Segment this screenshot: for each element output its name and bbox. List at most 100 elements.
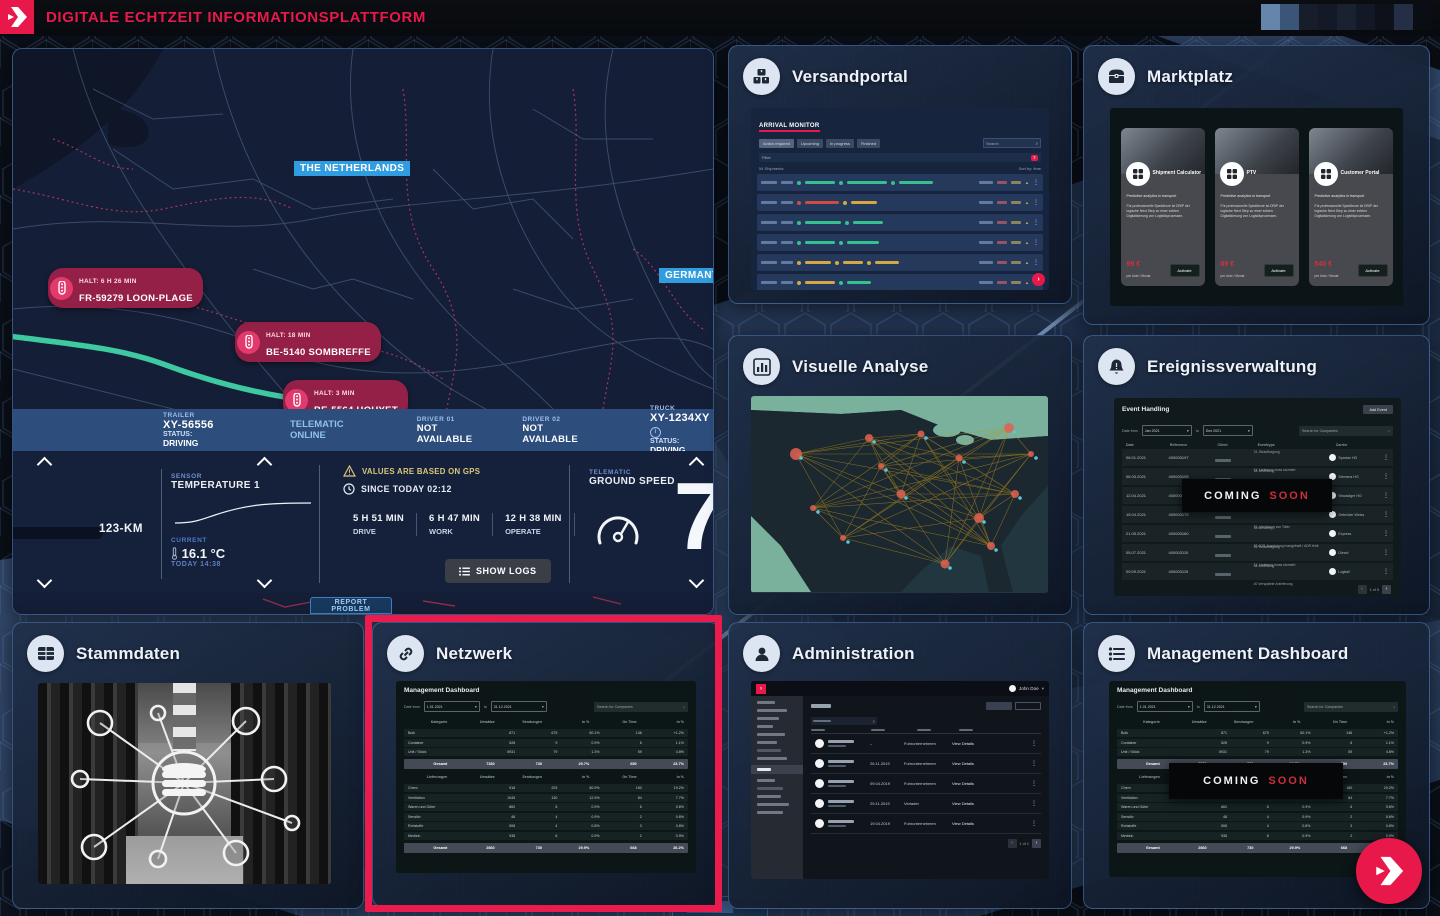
dash-row[interactable]: Waren und Güter 860 8 0.9% 6 0.6%	[1117, 803, 1398, 811]
vp-tab[interactable]: Upcoming	[796, 138, 823, 148]
kebab-icon[interactable]: ⋮	[1383, 569, 1389, 575]
card-ereignissverwaltung[interactable]: Ereignissverwaltung Event Handling Add E…	[1083, 335, 1430, 615]
report-problem-button[interactable]: REPORT PROBLEM	[310, 597, 392, 614]
vp-filter-bar[interactable]: Filter 7	[759, 153, 1041, 162]
chevron-down-icon[interactable]	[688, 572, 705, 589]
view-details-link[interactable]: View Details	[952, 761, 974, 766]
app-card[interactable]: Shipment Calculator Predictive analytics…	[1120, 128, 1205, 286]
app-card[interactable]: Customer Portal Predictive analytics in …	[1308, 128, 1393, 286]
prev-page-button[interactable]: ‹	[1007, 839, 1017, 849]
date-from-select[interactable]: Jan 2021 ▾	[1141, 425, 1192, 436]
kebab-icon[interactable]: ⋮	[1031, 821, 1037, 827]
carrier-name: Siemens HG	[1338, 474, 1359, 479]
administration-preview[interactable]: › John Doe ▾ ⌕ – Fuhrunternehmen View De…	[751, 681, 1049, 879]
halt-marker-sombreffe[interactable]: HALT: 18 MIN BE-5140 SOMBREFFE	[235, 322, 381, 362]
halt-marker-loon-plage[interactable]: HALT: 6 H 26 MIN FR-59279 LOON-PLAGE	[48, 268, 203, 308]
admin-user-row[interactable]: 29.11.2019 Verlader View Details ⋮	[811, 794, 1041, 815]
vp-sort[interactable]: Sort by: time	[1019, 166, 1041, 171]
clock-icon	[343, 483, 355, 495]
kebab-icon[interactable]: ⋮	[1383, 455, 1389, 461]
network-map-preview[interactable]	[751, 396, 1048, 593]
shipment-row[interactable]: ▲ ⋮	[757, 214, 1043, 231]
admin-sidebar[interactable]	[751, 696, 803, 879]
next-page-button[interactable]: ›	[1032, 839, 1041, 849]
activate-button[interactable]: Activate	[1357, 264, 1388, 277]
dash-row[interactable]: Bulk 871 675 60.1% 146 +1.2%	[1117, 729, 1398, 737]
current-label: CURRENT	[171, 537, 207, 544]
card-marktplatz[interactable]: Marktplatz Shipment Calculator Predictiv…	[1083, 45, 1430, 325]
add-event-button[interactable]: Add Event	[1363, 405, 1393, 414]
app-name: Shipment Calculator	[1152, 170, 1202, 176]
kebab-icon[interactable]: ⋮	[1031, 761, 1037, 767]
date-to-input[interactable]: 31.12.2021 ▾	[1203, 701, 1260, 712]
shipment-row[interactable]: ▲ ⋮	[757, 274, 1043, 290]
card-stammdaten[interactable]: Stammdaten	[12, 622, 364, 909]
chevron-down-icon[interactable]	[256, 572, 273, 589]
chevron-down-icon[interactable]: ▾	[1042, 686, 1044, 692]
dash-row[interactable]: Sensitiv 48 4 0.9% 2 0.6%	[1117, 812, 1398, 821]
server-room-image[interactable]	[38, 683, 331, 884]
kebab-icon[interactable]: ⋮	[1033, 240, 1039, 246]
shipment-row[interactable]: ▲ ⋮	[757, 174, 1043, 191]
admin-button-secondary[interactable]	[1015, 702, 1041, 710]
shipment-row[interactable]: ▲ ⋮	[757, 234, 1043, 251]
kebab-icon[interactable]: ⋮	[1033, 180, 1039, 186]
vp-tab[interactable]: Action required	[759, 138, 794, 148]
kebab-icon[interactable]: ⋮	[1033, 260, 1039, 266]
chevron-down-icon[interactable]	[36, 572, 53, 589]
admin-user-row[interactable]: 26.11.2019 Fuhrunternehmen View Details …	[811, 754, 1041, 775]
date-to-select[interactable]: Dez 2021 ▾	[1202, 425, 1253, 436]
event-search[interactable]: Search for Companies ⌕	[1299, 425, 1393, 436]
activate-button[interactable]: Activate	[1169, 264, 1200, 277]
card-visuelle-analyse[interactable]: Visuelle Analyse	[728, 335, 1072, 615]
view-details-link[interactable]: View Details	[952, 781, 974, 786]
card-versandportal[interactable]: Versandportal ARRIVAL MONITOR Action req…	[728, 45, 1072, 304]
admin-user-row[interactable]: – Fuhrunternehmen View Details ⋮	[811, 734, 1041, 755]
kebab-icon[interactable]: ⋮	[1031, 781, 1037, 787]
info-icon[interactable]: i	[650, 427, 662, 438]
view-details-link[interactable]: View Details	[952, 801, 974, 806]
show-logs-button[interactable]: SHOW LOGS	[445, 559, 551, 583]
truck-id: XY-1234XY	[650, 412, 710, 424]
kebab-icon[interactable]: ⋮	[1031, 801, 1037, 807]
vp-search[interactable]: Search	[986, 141, 999, 146]
next-page-button[interactable]: ›	[1382, 585, 1391, 594]
admin-search[interactable]: ⌕	[811, 717, 877, 725]
dash-search[interactable]: Search for Companies ⌕	[1304, 701, 1398, 712]
kebab-icon[interactable]: ⋮	[1383, 531, 1389, 537]
view-details-link[interactable]: View Details	[952, 821, 974, 826]
prev-page-button[interactable]: ‹	[1357, 585, 1367, 594]
chevron-up-icon[interactable]	[256, 456, 273, 473]
kebab-icon[interactable]: ⋮	[1383, 512, 1389, 518]
activate-button[interactable]: Activate	[1263, 264, 1294, 277]
platform-logo[interactable]	[0, 0, 34, 34]
vp-tab[interactable]: Finished	[856, 138, 881, 148]
dash-row[interactable]: Container 528 9 0.9% 6 1.1%	[1117, 738, 1398, 747]
admin-user-row[interactable]: 19.04.2019 Fuhrunternehmen View Details …	[811, 814, 1041, 835]
shipment-row[interactable]: ▲ ⋮	[757, 254, 1043, 271]
dash-row[interactable]: Unit / Stück 5931 79 1.3% 59 4.8%	[1117, 748, 1398, 756]
dash-row[interactable]: Medizin 938 8 0.9% 2 0.9%	[1117, 831, 1398, 840]
kebab-icon[interactable]: ⋮	[1033, 220, 1039, 226]
chevron-up-icon[interactable]	[36, 456, 53, 473]
shipment-row[interactable]: ▲ ⋮	[757, 194, 1043, 211]
search-icon: ⌕	[1387, 428, 1390, 433]
card-administration[interactable]: Administration › John Doe ▾ ⌕ – Fuhrunte…	[728, 622, 1072, 909]
versandportal-preview[interactable]: ARRIVAL MONITOR Action required Upcoming…	[751, 108, 1049, 290]
kebab-icon[interactable]: ⋮	[1383, 474, 1389, 480]
vp-logo-badge[interactable]: ›	[1032, 273, 1045, 286]
view-details-link[interactable]: View Details	[952, 741, 974, 746]
kebab-icon[interactable]: ⋮	[1033, 200, 1039, 206]
event-row[interactable]: 09.09.2021 400003119 34 Zustellung 40 Ver…	[1122, 563, 1393, 586]
vp-tab[interactable]: In progress	[825, 138, 854, 148]
floating-action-button[interactable]	[1356, 838, 1422, 904]
kebab-icon[interactable]: ⋮	[1383, 493, 1389, 499]
admin-button-primary[interactable]	[986, 702, 1012, 710]
admin-user-row[interactable]: 09.04.2019 Fuhrunternehmen View Details …	[811, 774, 1041, 795]
kebab-icon[interactable]: ⋮	[1031, 741, 1037, 747]
event-reference: 400003110	[1168, 550, 1189, 555]
app-card[interactable]: PTV Predictive analytics in transport Fü…	[1214, 128, 1299, 286]
dash-row[interactable]: Rohstoffe 508 4 0.8% 3 0.8%	[1117, 822, 1398, 830]
kebab-icon[interactable]: ⋮	[1383, 550, 1389, 556]
date-from-input[interactable]: 1.01.2021 ▾	[1136, 701, 1193, 712]
